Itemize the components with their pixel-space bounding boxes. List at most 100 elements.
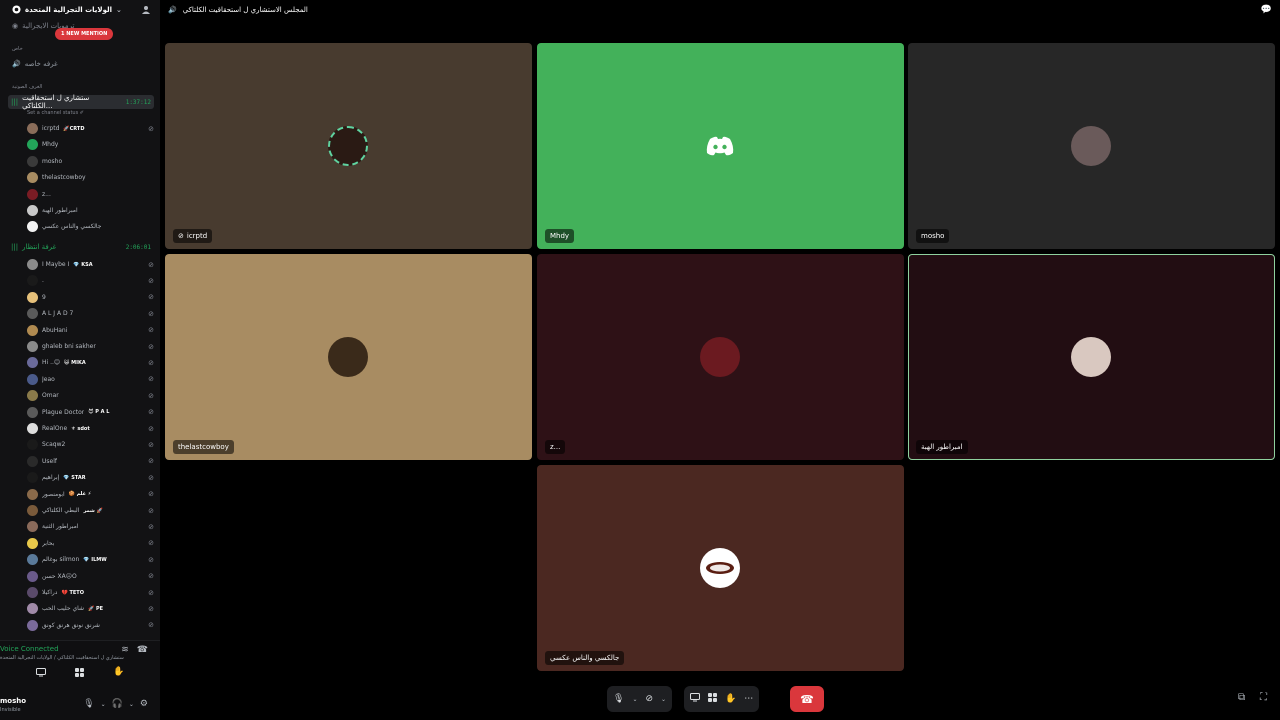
chevron-down-icon: ⌄ [116, 6, 122, 14]
invite-people-icon[interactable] [140, 4, 152, 16]
chat-bubble-icon[interactable]: 💬 [1261, 5, 1272, 15]
member-name: AbuHani [42, 326, 68, 334]
member-name: البطي الكلتاكي [42, 507, 80, 514]
share-screen-button[interactable] [34, 665, 48, 679]
voice-member-row[interactable]: icrptd 🚀CRTD ⊘ [27, 121, 154, 136]
voice-member-row[interactable]: z... [27, 187, 154, 202]
voice-member-row[interactable]: امبراطور الهبة [27, 203, 154, 218]
participant-tile[interactable]: ⊘ icrptd [165, 43, 532, 249]
microphone-icon[interactable]: 🎙 [613, 694, 624, 704]
new-mention-pill[interactable]: 1 NEW MENTION [55, 28, 114, 40]
participant-tile[interactable]: mosho [908, 43, 1275, 249]
muted-mic-icon: ⊘ [148, 440, 154, 449]
voice-connected-subtitle[interactable]: ستشاري ل استحقاقيت الكلتاكي / الولايات ا… [0, 655, 124, 661]
category-private[interactable]: خاص [12, 46, 23, 52]
activities-icon[interactable] [708, 693, 717, 705]
voice-member-row[interactable]: شاي حليب الحب 🚀 PE ⊘ [27, 601, 154, 616]
voice-member-row[interactable]: إبراهيم 💎 STAR ⊘ [27, 470, 154, 485]
voice-member-row[interactable]: امبراطور الثنية ⊘ [27, 519, 154, 534]
muted-mic-icon: ⊘ [148, 309, 154, 318]
participant-tile[interactable]: جالكسي والناس عكسي [537, 465, 904, 671]
server-header[interactable]: الولايات التجرالية المتحدة ⌄ [0, 0, 160, 20]
voice-member-row[interactable]: Omar ⊘ [27, 388, 154, 403]
participant-tile[interactable]: Mhdy [537, 43, 904, 249]
muted-mic-icon: ⊘ [148, 124, 154, 133]
muted-mic-icon: ⊘ [148, 588, 154, 597]
participant-label: جالكسي والناس عكسي [545, 651, 625, 665]
voice-member-row[interactable]: Plague Doctor 😈 P A L ⊘ [27, 405, 154, 420]
voice-member-row[interactable]: جالكسي والناس عكسي [27, 219, 154, 234]
chevron-down-icon[interactable]: ⌄ [129, 701, 134, 708]
voice-member-row[interactable]: شرنق نونق هرنق كونق ⊘ [27, 618, 154, 633]
voice-member-row[interactable]: A L J A D 7 ⊘ [27, 306, 154, 321]
share-screen-icon[interactable] [690, 693, 700, 705]
camera-off-icon[interactable]: ⊘ [645, 694, 653, 704]
user-name[interactable]: mosho [0, 697, 26, 705]
soundboard-button[interactable]: ✋ [112, 665, 126, 679]
voice-member-row[interactable]: حسن XA☹O ⊘ [27, 569, 154, 584]
participant-avatar [1071, 337, 1111, 377]
voice-member-row[interactable]: thelastcowboy [27, 170, 154, 185]
voice-member-row[interactable]: البطي الكلتاكي شمر 🚀 ⊘ [27, 503, 154, 518]
voice-member-row[interactable]: بحابر ⊘ [27, 536, 154, 551]
voice-member-row[interactable]: دراكيلا 💔 TETO ⊘ [27, 585, 154, 600]
member-name: 9 [42, 293, 46, 301]
microphone-icon[interactable]: 🎙 [83, 699, 94, 709]
chevron-down-icon[interactable]: ⌄ [632, 696, 637, 703]
member-server-tag: 🍪 غلم ⚡ [68, 491, 92, 498]
chevron-down-icon[interactable]: ⌄ [661, 696, 666, 703]
voice-member-row[interactable]: . ⊘ [27, 273, 154, 288]
chevron-down-icon[interactable]: ⌄ [101, 701, 106, 708]
voice-member-row[interactable]: RealOne ⚜ sdot ⊘ [27, 421, 154, 436]
soundboard-icon[interactable]: ✋ [725, 694, 736, 704]
member-avatar [27, 155, 38, 167]
channel-private-room[interactable]: 🔊 غرفه خاصه [12, 58, 152, 70]
voice-member-row[interactable]: I Maybe I 💎 KSA ⊘ [27, 257, 154, 272]
voice-channel-waiting[interactable]: ||| غرفة انتظار 2:06:01 [8, 240, 154, 254]
participant-tile-speaking[interactable]: امبراطور الهبة [908, 254, 1275, 460]
activities-button[interactable] [73, 665, 87, 679]
member-server-tag: 😈 P A L [88, 409, 110, 416]
participant-tile[interactable]: thelastcowboy [165, 254, 532, 460]
participant-name: icrptd [186, 232, 208, 240]
category-voice[interactable]: الغرف الصوتية [12, 84, 42, 90]
pop-out-icon[interactable]: ⧉ [1238, 692, 1245, 703]
voice-member-row[interactable]: 9 ⊘ [27, 290, 154, 305]
disconnect-button[interactable]: ☎ [790, 686, 824, 712]
participant-label: امبراطور الهبة [916, 440, 968, 454]
server-name: الولايات التجرالية المتحدة [25, 6, 113, 14]
fullscreen-icon[interactable]: ⛶ [1260, 692, 1267, 703]
headphones-icon[interactable]: 🎧 [112, 699, 123, 709]
voice-member-row[interactable]: ghaleb bni sakher ⊘ [27, 339, 154, 354]
voice-connected-title[interactable]: Voice Connected [0, 645, 59, 653]
muted-mic-icon: ⊘ [148, 293, 154, 302]
member-avatar [27, 221, 38, 233]
participant-tile[interactable]: z... [537, 254, 904, 460]
voice-member-row[interactable]: ابومنصور 🍪 غلم ⚡ ⊘ [27, 487, 154, 502]
voice-member-row[interactable]: بوغالم silmon 💎 ILMW ⊘ [27, 552, 154, 567]
channel-status-prompt[interactable]: Set a channel status ✐ [27, 110, 84, 116]
more-options-icon[interactable]: ⋯ [744, 694, 753, 704]
member-name: جالكسي والناس عكسي [42, 223, 102, 231]
member-name: امبراطور الثنية [42, 523, 79, 531]
connection-stats-icon[interactable]: ≋ [121, 645, 129, 655]
muted-mic-icon: ⊘ [148, 473, 154, 482]
gear-icon[interactable]: ⚙ [140, 699, 148, 709]
voice-member-row[interactable]: AbuHani ⊘ [27, 323, 154, 338]
voice-member-row[interactable]: Jeao ⊘ [27, 372, 154, 387]
voice-channel-council[interactable]: ||| ستشاري ل استحقاقيت الكلتاكي... 1:37:… [8, 94, 154, 110]
disconnect-small-icon[interactable]: ☎ [137, 645, 148, 655]
voice-member-row[interactable]: Hi ..😊 😺 MIKA ⊘ [27, 355, 154, 370]
speaker-icon: 🔊 [12, 60, 21, 68]
voice-member-row[interactable]: Mhdy [27, 137, 154, 152]
participant-avatar [700, 337, 740, 377]
voice-member-row[interactable]: Scaqw2 ⊘ [27, 437, 154, 452]
muted-mic-icon: ⊘ [148, 621, 154, 630]
member-name: Hi ..😊 [42, 359, 61, 367]
voice-member-row[interactable]: mosho [27, 154, 154, 169]
member-avatar [27, 488, 38, 500]
user-status: Invisible [0, 707, 21, 713]
member-name: A L J A D 7 [42, 310, 74, 318]
voice-member-row[interactable]: Uself ⊘ [27, 454, 154, 469]
member-avatar [27, 439, 38, 451]
